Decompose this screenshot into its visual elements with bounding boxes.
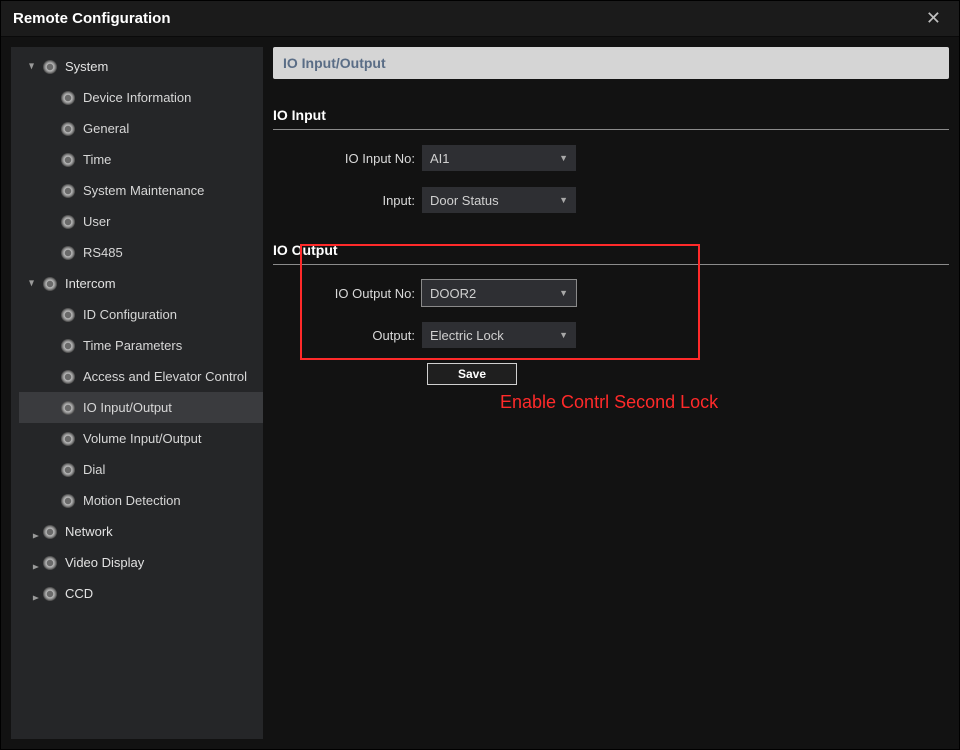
sidebar-group-ccd[interactable]: ▾ CCD (11, 578, 263, 609)
dropdown-value: Electric Lock (430, 328, 504, 343)
sidebar-item-user[interactable]: User (19, 206, 263, 237)
io-output-no-label: IO Output No: (273, 286, 421, 301)
page-header: IO Input/Output (273, 47, 949, 79)
gear-icon (43, 587, 57, 601)
chevron-right-icon: ▾ (29, 587, 42, 601)
dropdown-value: AI1 (430, 151, 450, 166)
sidebar-item-volume-input-output[interactable]: Volume Input/Output (19, 423, 263, 454)
sidebar-item-label: ID Configuration (83, 307, 177, 322)
dropdown-value: Door Status (430, 193, 499, 208)
section-io-input-title: IO Input (273, 107, 949, 130)
caret-down-icon: ▼ (559, 288, 568, 298)
sidebar-item-motion-detection[interactable]: Motion Detection (19, 485, 263, 516)
main-panel: IO Input/Output IO Input IO Input No: AI… (273, 47, 949, 739)
save-button[interactable]: Save (427, 363, 517, 385)
gear-icon (61, 494, 75, 508)
sidebar-item-label: Dial (83, 462, 105, 477)
sidebar-item-access-elevator-control[interactable]: Access and Elevator Control (19, 361, 263, 392)
dropdown-value: DOOR2 (430, 286, 476, 301)
sidebar-group-label: System (65, 59, 108, 74)
gear-icon (43, 556, 57, 570)
sidebar-item-label: General (83, 121, 129, 136)
sidebar-item-label: IO Input/Output (83, 400, 172, 415)
sidebar-item-label: Device Information (83, 90, 191, 105)
annotation-text: Enable Contrl Second Lock (500, 392, 718, 413)
sidebar-item-time-parameters[interactable]: Time Parameters (19, 330, 263, 361)
sidebar-item-general[interactable]: General (19, 113, 263, 144)
sidebar-group-label: Video Display (65, 555, 144, 570)
output-type-dropdown[interactable]: Electric Lock ▼ (421, 321, 577, 349)
sidebar-item-device-information[interactable]: Device Information (19, 82, 263, 113)
gear-icon (61, 370, 75, 384)
sidebar-item-rs485[interactable]: RS485 (19, 237, 263, 268)
input-type-label: Input: (273, 193, 421, 208)
window-title: Remote Configuration (13, 10, 171, 27)
gear-icon (61, 91, 75, 105)
caret-down-icon: ▼ (559, 195, 568, 205)
sidebar-item-label: System Maintenance (83, 183, 204, 198)
sidebar-group-label: Intercom (65, 276, 116, 291)
caret-down-icon: ▼ (559, 153, 568, 163)
gear-icon (61, 339, 75, 353)
chevron-right-icon: ▾ (29, 556, 42, 570)
input-type-dropdown[interactable]: Door Status ▼ (421, 186, 577, 214)
sidebar-group-label: Network (65, 524, 113, 539)
sidebar-item-id-configuration[interactable]: ID Configuration (19, 299, 263, 330)
sidebar-group-system[interactable]: ▾ System (11, 51, 263, 82)
sidebar-item-label: Time (83, 152, 111, 167)
sidebar: ▾ System Device Information General Time (11, 47, 263, 739)
sidebar-item-dial[interactable]: Dial (19, 454, 263, 485)
gear-icon (61, 246, 75, 260)
gear-icon (43, 60, 57, 74)
sidebar-item-label: Volume Input/Output (83, 431, 202, 446)
sidebar-group-intercom[interactable]: ▾ Intercom (11, 268, 263, 299)
sidebar-item-label: User (83, 214, 110, 229)
io-input-no-dropdown[interactable]: AI1 ▼ (421, 144, 577, 172)
chevron-down-icon: ▾ (29, 277, 43, 290)
sidebar-item-label: Motion Detection (83, 493, 181, 508)
close-icon[interactable]: ✕ (920, 4, 947, 33)
section-io-output-title: IO Output (273, 242, 949, 265)
sidebar-group-network[interactable]: ▾ Network (11, 516, 263, 547)
io-input-no-label: IO Input No: (273, 151, 421, 166)
sidebar-item-label: Time Parameters (83, 338, 182, 353)
gear-icon (61, 463, 75, 477)
output-type-label: Output: (273, 328, 421, 343)
sidebar-group-video-display[interactable]: ▾ Video Display (11, 547, 263, 578)
gear-icon (61, 401, 75, 415)
gear-icon (61, 122, 75, 136)
gear-icon (61, 432, 75, 446)
sidebar-item-system-maintenance[interactable]: System Maintenance (19, 175, 263, 206)
gear-icon (43, 525, 57, 539)
sidebar-item-io-input-output[interactable]: IO Input/Output (19, 392, 263, 423)
sidebar-item-label: Access and Elevator Control (83, 369, 247, 384)
sidebar-item-time[interactable]: Time (19, 144, 263, 175)
chevron-right-icon: ▾ (29, 525, 42, 539)
gear-icon (61, 153, 75, 167)
chevron-down-icon: ▾ (29, 60, 43, 73)
caret-down-icon: ▼ (559, 330, 568, 340)
gear-icon (43, 277, 57, 291)
sidebar-group-label: CCD (65, 586, 93, 601)
gear-icon (61, 215, 75, 229)
io-output-no-dropdown[interactable]: DOOR2 ▼ (421, 279, 577, 307)
gear-icon (61, 308, 75, 322)
gear-icon (61, 184, 75, 198)
sidebar-item-label: RS485 (83, 245, 123, 260)
titlebar: Remote Configuration ✕ (1, 1, 959, 37)
